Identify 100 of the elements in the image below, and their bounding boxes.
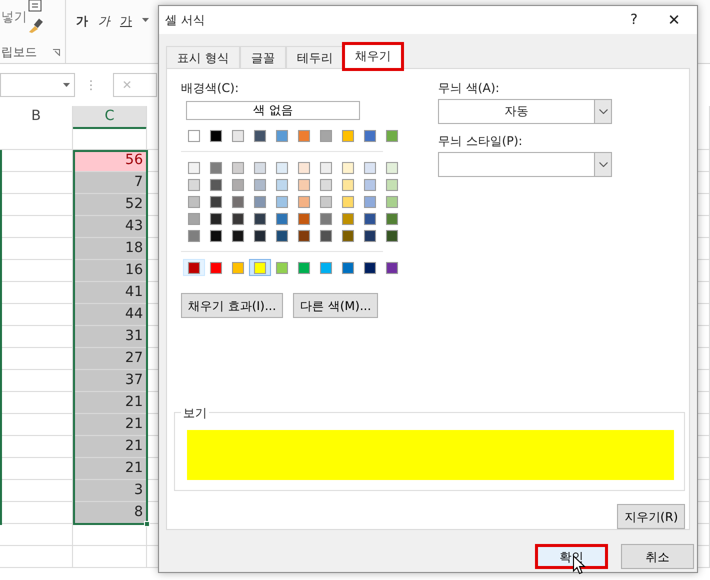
color-swatch[interactable] [210, 230, 222, 242]
field-label: 무늬 색(A): [438, 80, 500, 97]
color-swatch[interactable] [320, 130, 332, 142]
no-color-button[interactable]: 색 없음 [186, 101, 360, 120]
color-swatch[interactable] [298, 212, 310, 224]
color-swatch[interactable] [342, 230, 354, 242]
color-swatch[interactable] [232, 262, 244, 274]
color-swatch[interactable] [210, 130, 222, 142]
caret-icon[interactable] [142, 18, 149, 22]
close-button[interactable]: ✕ [651, 8, 697, 32]
table-cell: 21 [73, 392, 147, 413]
color-swatch[interactable] [320, 230, 332, 242]
clipboard-icon[interactable] [28, 0, 42, 12]
paste-label[interactable]: 넣기 [1, 8, 27, 28]
color-swatch[interactable] [254, 130, 266, 142]
column-header[interactable]: B [0, 106, 73, 129]
color-swatch[interactable] [188, 196, 200, 208]
clear-button[interactable]: 지우기(R) [617, 504, 685, 529]
color-swatch[interactable] [386, 130, 398, 142]
color-swatch[interactable] [298, 196, 310, 208]
color-swatch[interactable] [298, 262, 310, 274]
color-swatch[interactable] [342, 162, 354, 174]
tab[interactable]: 글꼴 [240, 46, 286, 68]
color-swatch[interactable] [342, 130, 354, 142]
font-style-button[interactable]: 가 [76, 12, 88, 30]
color-swatch[interactable] [210, 178, 222, 190]
color-swatch[interactable] [298, 178, 310, 190]
color-swatch[interactable] [276, 230, 288, 242]
font-style-button[interactable]: 가 [98, 12, 110, 30]
color-swatch[interactable] [364, 196, 376, 208]
color-swatch[interactable] [188, 130, 200, 142]
color-swatch[interactable] [188, 178, 200, 190]
color-swatch[interactable] [364, 262, 376, 274]
color-swatch[interactable] [298, 130, 310, 142]
font-style-button[interactable]: 가 [120, 12, 132, 30]
color-swatch[interactable] [298, 162, 310, 174]
paintbrush-icon[interactable] [27, 18, 45, 34]
fill-effects-button[interactable]: 채우기 효과(I)... [181, 293, 284, 318]
color-swatch[interactable] [254, 230, 266, 242]
color-swatch[interactable] [386, 262, 398, 274]
fill-handle[interactable] [144, 521, 150, 527]
color-swatch[interactable] [276, 262, 288, 274]
color-swatch[interactable] [386, 178, 398, 190]
color-swatch[interactable] [386, 230, 398, 242]
color-swatch[interactable] [276, 212, 288, 224]
table-cell: 21 [73, 458, 147, 479]
color-swatch[interactable] [364, 162, 376, 174]
color-swatch[interactable] [249, 259, 271, 276]
color-swatch[interactable] [320, 178, 332, 190]
color-swatch[interactable] [276, 130, 288, 142]
dialog-button[interactable]: 취소 [621, 544, 694, 569]
color-swatch[interactable] [254, 162, 266, 174]
color-swatch[interactable] [386, 212, 398, 224]
color-swatch[interactable] [386, 196, 398, 208]
color-swatch[interactable] [342, 212, 354, 224]
color-swatch[interactable] [364, 212, 376, 224]
color-swatch[interactable] [188, 230, 200, 242]
color-swatch[interactable] [320, 162, 332, 174]
color-swatch[interactable] [254, 212, 266, 224]
column-header[interactable]: C [73, 106, 147, 129]
color-swatch[interactable] [254, 178, 266, 190]
color-swatch[interactable] [232, 212, 244, 224]
help-button[interactable]: ? [617, 10, 651, 30]
color-swatch[interactable] [210, 162, 222, 174]
table-cell: 43 [73, 216, 147, 237]
color-swatch[interactable] [210, 262, 222, 274]
color-swatch[interactable] [232, 196, 244, 208]
color-swatch[interactable] [320, 196, 332, 208]
color-swatch[interactable] [364, 230, 376, 242]
color-swatch[interactable] [232, 162, 244, 174]
color-swatch[interactable] [342, 262, 354, 274]
color-swatch[interactable] [342, 178, 354, 190]
color-swatch[interactable] [276, 162, 288, 174]
dropdown[interactable]: 자동 [438, 99, 612, 124]
tab[interactable]: 표시 형식 [166, 46, 240, 68]
color-swatch[interactable] [320, 212, 332, 224]
color-swatch[interactable] [342, 196, 354, 208]
tab[interactable]: 채우기 [344, 44, 402, 69]
color-swatch[interactable] [210, 196, 222, 208]
dropdown[interactable] [438, 152, 612, 177]
more-colors-button[interactable]: 다른 색(M)... [293, 293, 378, 318]
color-swatch[interactable] [386, 162, 398, 174]
color-swatch[interactable] [232, 230, 244, 242]
color-swatch[interactable] [254, 196, 266, 208]
color-swatch[interactable] [188, 162, 200, 174]
color-swatch[interactable] [276, 178, 288, 190]
launcher-icon[interactable] [53, 49, 60, 56]
color-swatch[interactable] [232, 130, 244, 142]
color-swatch[interactable] [232, 178, 244, 190]
name-box[interactable] [0, 73, 75, 97]
color-swatch[interactable] [320, 262, 332, 274]
chevron-down-icon [598, 109, 608, 114]
table-cell: 37 [73, 370, 147, 391]
color-swatch[interactable] [298, 230, 310, 242]
color-swatch[interactable] [364, 178, 376, 190]
color-swatch[interactable] [188, 212, 200, 224]
color-swatch[interactable] [276, 196, 288, 208]
color-swatch[interactable] [364, 130, 376, 142]
tab[interactable]: 테두리 [286, 46, 344, 68]
color-swatch[interactable] [210, 212, 222, 224]
